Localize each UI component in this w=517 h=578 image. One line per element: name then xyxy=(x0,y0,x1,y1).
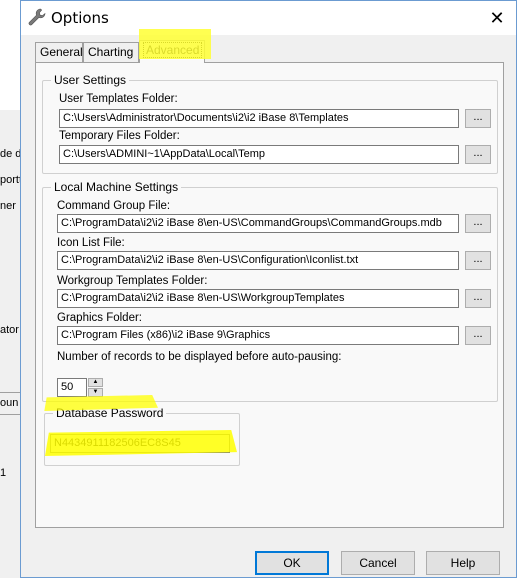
workgroup-templates-folder-label: Workgroup Templates Folder: xyxy=(57,275,208,287)
options-dialog: Options ✕ General Charting Advanced User… xyxy=(20,0,517,578)
user-templates-browse-button[interactable]: ... xyxy=(465,109,491,128)
workgroup-templates-folder-input[interactable]: C:\ProgramData\i2\i2 iBase 8\en-US\Workg… xyxy=(57,289,459,308)
records-count-input[interactable]: 50 xyxy=(57,378,87,397)
tab-charting[interactable]: Charting xyxy=(83,42,139,62)
close-button[interactable]: ✕ xyxy=(482,3,512,33)
icon-list-browse-button[interactable]: ... xyxy=(465,251,491,270)
local-machine-settings-group: Local Machine Settings Command Group Fil… xyxy=(42,180,498,402)
records-count-stepper: ▲ ▼ xyxy=(88,378,103,397)
temp-files-folder-input[interactable]: C:\Users\ADMINI~1\AppData\Local\Temp xyxy=(59,145,459,164)
cancel-button[interactable]: Cancel xyxy=(341,551,415,575)
graphics-folder-input[interactable]: C:\Program Files (x86)\i2 iBase 9\Graphi… xyxy=(57,326,459,345)
tab-general-label: General xyxy=(40,45,83,59)
icon-list-file-label: Icon List File: xyxy=(57,237,125,249)
local-machine-settings-legend: Local Machine Settings xyxy=(51,180,182,194)
advanced-tab-panel: User Settings User Templates Folder: C:\… xyxy=(35,62,504,528)
records-before-autopause-label: Number of records to be displayed before… xyxy=(57,351,342,363)
help-button[interactable]: Help xyxy=(426,551,500,575)
wrench-icon xyxy=(27,7,47,27)
command-group-browse-button[interactable]: ... xyxy=(465,214,491,233)
background-text: ator xyxy=(0,324,19,336)
stepper-up-button[interactable]: ▲ xyxy=(88,378,103,387)
tab-advanced-label: Advanced xyxy=(142,42,203,58)
database-password-group: Database Password N4434911182506EC8S45 xyxy=(44,406,240,466)
close-icon: ✕ xyxy=(489,8,505,28)
user-templates-folder-label: User Templates Folder: xyxy=(59,93,178,105)
background-text: 1 xyxy=(0,467,7,479)
database-password-legend: Database Password xyxy=(53,406,167,420)
workgroup-templates-browse-button[interactable]: ... xyxy=(465,289,491,308)
tab-charting-label: Charting xyxy=(88,45,134,59)
database-password-input[interactable]: N4434911182506EC8S45 xyxy=(50,434,230,453)
graphics-browse-button[interactable]: ... xyxy=(465,326,491,345)
command-group-file-label: Command Group File: xyxy=(57,200,171,212)
background-text: portt xyxy=(0,174,22,186)
tab-advanced[interactable]: Advanced xyxy=(139,40,205,63)
dialog-title: Options xyxy=(51,9,109,27)
background-text: oun xyxy=(0,397,19,409)
title-bar[interactable]: Options ✕ xyxy=(21,1,516,35)
temp-files-browse-button[interactable]: ... xyxy=(465,145,491,164)
background-text: de d xyxy=(0,148,22,160)
graphics-folder-label: Graphics Folder: xyxy=(57,312,143,324)
temp-files-folder-label: Temporary Files Folder: xyxy=(59,130,180,142)
user-templates-folder-input[interactable]: C:\Users\Administrator\Documents\i2\i2 i… xyxy=(59,109,459,128)
tab-general[interactable]: General xyxy=(35,42,83,62)
background-text: ner xyxy=(0,200,16,212)
user-settings-group: User Settings User Templates Folder: C:\… xyxy=(42,73,498,174)
stepper-down-button[interactable]: ▼ xyxy=(88,388,103,397)
command-group-file-input[interactable]: C:\ProgramData\i2\i2 iBase 8\en-US\Comma… xyxy=(57,214,459,233)
icon-list-file-input[interactable]: C:\ProgramData\i2\i2 iBase 8\en-US\Confi… xyxy=(57,251,459,270)
user-settings-legend: User Settings xyxy=(51,73,130,87)
ok-button[interactable]: OK xyxy=(255,551,329,575)
